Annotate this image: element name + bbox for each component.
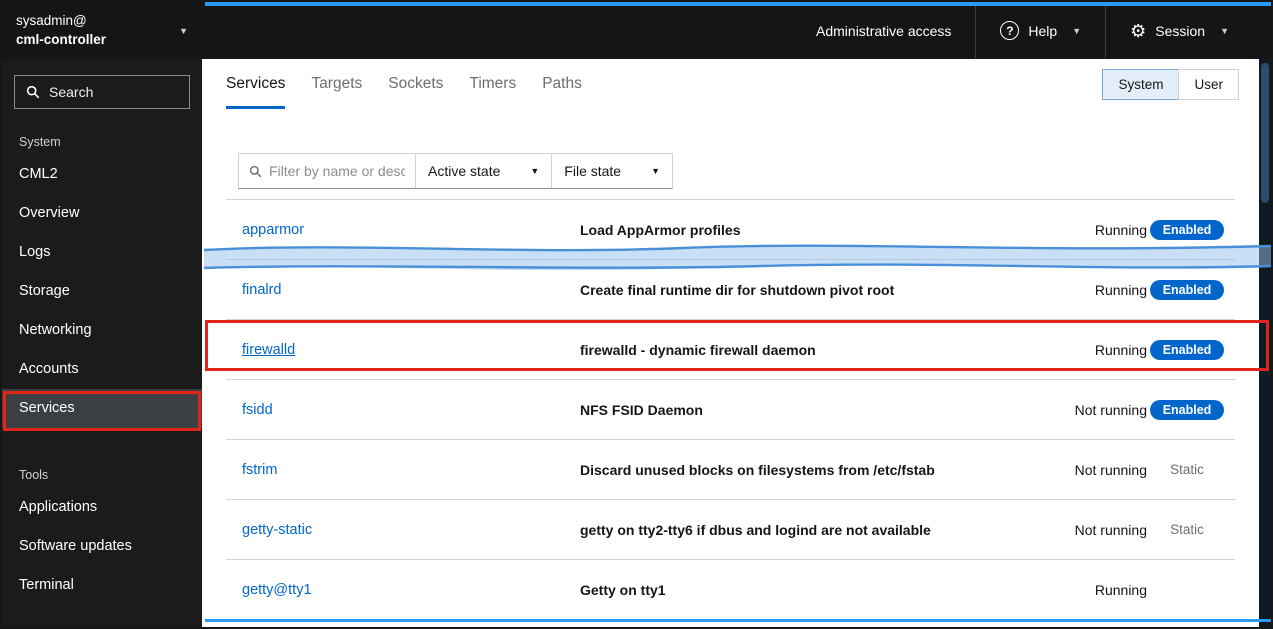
sidebar-item-accounts[interactable]: Accounts [2,350,202,389]
service-name-link[interactable]: apparmor [242,222,304,238]
tab-sockets[interactable]: Sockets [388,59,443,109]
service-description: firewalld - dynamic firewall daemon [580,341,816,358]
scope-toggle: System User [1102,59,1239,109]
active-state-select[interactable]: Active state ▼ [415,153,553,189]
table-row[interactable]: getty-static getty on tty2-tty6 if dbus … [226,500,1235,560]
service-state: Running [1094,281,1147,298]
service-description: Create final runtime dir for shutdown pi… [580,281,895,298]
search-icon [249,165,262,177]
table-row[interactable]: fstrim Discard unused blocks on filesyst… [226,440,1235,500]
services-page: Services Targets Sockets Timers Paths Sy… [202,59,1259,627]
chevron-down-icon: ▼ [651,166,661,176]
active-state-label: Active state [428,163,501,179]
search-icon [26,85,40,99]
file-state-select[interactable]: File state ▼ [551,153,674,189]
sidebar-search-input[interactable] [49,84,178,100]
service-description: NFS FSID Daemon [580,401,703,418]
cockpit-window: sysadmin@ cml-controller ▼ Administrativ… [0,0,1273,629]
sidebar-section-system: System [19,135,61,149]
help-label: Help [1028,22,1058,39]
vertical-scrollbar[interactable] [1259,59,1271,627]
service-name-link[interactable]: firewalld [242,342,295,358]
help-icon: ? [1000,21,1020,40]
filter-search-input[interactable] [269,163,405,179]
scrollbar-thumb[interactable] [1261,63,1269,203]
service-name-link[interactable]: fsidd [242,402,273,418]
table-row[interactable]: getty@tty1 Getty on tty1 Running [226,560,1235,620]
masthead-right: Administrative access ? Help ▼ ⚙ Session… [792,2,1253,59]
sidebar-item-overview[interactable]: Overview [2,194,202,233]
sidebar-item-storage[interactable]: Storage [2,272,202,311]
service-description: Discard unused blocks on filesystems fro… [580,461,935,478]
service-description: Load AppArmor profiles [580,221,741,238]
tabs: Services Targets Sockets Timers Paths [226,59,582,109]
service-state: Not running [1074,461,1147,478]
sidebar: System CML2 Overview Logs Storage Networ… [2,59,202,627]
tab-bar: Services Targets Sockets Timers Paths Sy… [202,59,1259,109]
service-name-link[interactable]: finalrd [242,282,282,298]
service-name-link[interactable]: fstrim [242,462,277,478]
host-name: cml-controller [16,31,107,47]
session-menu[interactable]: ⚙ Session ▼ [1105,2,1253,59]
chevron-down-icon: ▼ [179,25,188,36]
scope-system-button[interactable]: System [1102,68,1180,100]
table-row[interactable]: fsidd NFS FSID Daemon Not running Enable… [226,380,1235,440]
admin-access-button[interactable]: Administrative access [792,2,975,59]
sidebar-item-applications[interactable]: Applications [2,488,202,527]
file-state-text: Static [1170,522,1204,537]
service-state: Running [1094,581,1147,598]
tab-services[interactable]: Services [226,59,286,109]
scope-user-button[interactable]: User [1178,68,1239,100]
sidebar-item-software-updates[interactable]: Software updates [2,527,202,566]
table-row[interactable]: firewalld firewalld - dynamic firewall d… [226,320,1235,380]
session-label: Session [1155,22,1206,39]
filter-search[interactable] [238,153,416,189]
masthead: sysadmin@ cml-controller ▼ Administrativ… [2,2,1271,59]
file-state-badge: Enabled [1149,219,1225,240]
tab-paths[interactable]: Paths [542,59,582,109]
sidebar-item-cml2[interactable]: CML2 [2,155,202,194]
services-table: apparmor Load AppArmor profiles Running … [226,199,1235,620]
chevron-down-icon: ▼ [530,166,540,176]
service-description: getty on tty2-tty6 if dbus and logind ar… [580,521,931,538]
service-state: Not running [1074,521,1147,538]
sidebar-section-tools: Tools [19,468,49,482]
service-state: Not running [1074,401,1147,418]
chevron-down-icon: ▼ [1072,25,1082,36]
sidebar-item-networking[interactable]: Networking [2,311,202,350]
file-state-text: Static [1170,462,1204,477]
filter-toolbar: Active state ▼ File state ▼ [238,153,1259,189]
user-menu[interactable]: sysadmin@ cml-controller ▼ [2,2,202,59]
chevron-down-icon: ▼ [1220,25,1229,36]
file-state-badge: Enabled [1149,279,1225,300]
sidebar-item-terminal[interactable]: Terminal [2,566,202,605]
user-name: sysadmin@ [16,12,87,28]
help-menu[interactable]: ? Help ▼ [975,2,1105,59]
gear-icon: ⚙ [1130,20,1147,41]
service-state: Running [1094,221,1147,238]
file-state-label: File state [564,163,622,179]
tab-timers[interactable]: Timers [469,59,516,109]
user-identity: sysadmin@ cml-controller [16,12,173,50]
sidebar-item-logs[interactable]: Logs [2,233,202,272]
tab-targets[interactable]: Targets [311,59,362,109]
sidebar-search[interactable] [14,75,190,109]
service-state: Running [1094,341,1147,358]
service-name-link[interactable]: getty-static [242,522,312,538]
service-description: Getty on tty1 [580,581,666,598]
table-row[interactable]: finalrd Create final runtime dir for shu… [226,260,1235,320]
file-state-badge: Enabled [1149,339,1225,360]
sidebar-item-services[interactable]: Services [2,389,202,428]
table-row[interactable]: apparmor Load AppArmor profiles Running … [226,200,1235,260]
file-state-badge: Enabled [1149,399,1225,420]
service-name-link[interactable]: getty@tty1 [242,582,312,598]
